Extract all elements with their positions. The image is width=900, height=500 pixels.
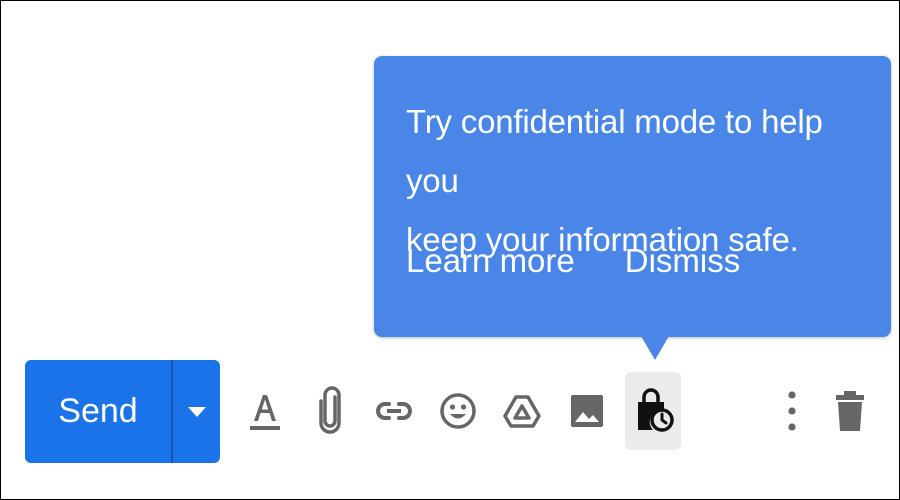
insert-photo-icon <box>571 395 603 427</box>
insert-drive-icon <box>503 395 541 428</box>
send-options-button[interactable] <box>173 360 220 463</box>
trash-icon <box>836 391 864 431</box>
dropdown-arrow-icon <box>187 406 206 417</box>
learn-more-link[interactable]: Learn more <box>406 242 575 280</box>
insert-photo-button[interactable] <box>559 372 615 450</box>
formatting-options-button[interactable] <box>237 372 293 450</box>
more-options-icon <box>788 391 796 431</box>
discard-draft-button[interactable] <box>822 372 878 450</box>
more-options-button[interactable] <box>764 372 820 450</box>
tooltip-message-line-1: Try confidential mode to help you <box>406 103 823 199</box>
attach-files-icon <box>319 386 341 434</box>
insert-emoji-button[interactable] <box>430 372 486 450</box>
tooltip-arrow <box>641 336 669 360</box>
insert-drive-button[interactable] <box>494 372 550 450</box>
confidential-mode-tooltip: Try confidential mode to help you keep y… <box>374 56 891 337</box>
insert-link-icon <box>376 402 412 420</box>
send-button[interactable]: Send <box>25 360 171 463</box>
tooltip-actions: Learn more Dismiss <box>406 242 740 280</box>
formatting-options-icon <box>250 395 280 430</box>
confidential-mode-button[interactable] <box>625 372 681 450</box>
attach-files-button[interactable] <box>302 372 358 450</box>
send-split-button: Send <box>25 360 220 463</box>
dismiss-button[interactable]: Dismiss <box>625 242 740 280</box>
insert-link-button[interactable] <box>366 372 422 450</box>
insert-emoji-icon <box>440 393 476 429</box>
confidential-mode-icon <box>638 388 674 432</box>
